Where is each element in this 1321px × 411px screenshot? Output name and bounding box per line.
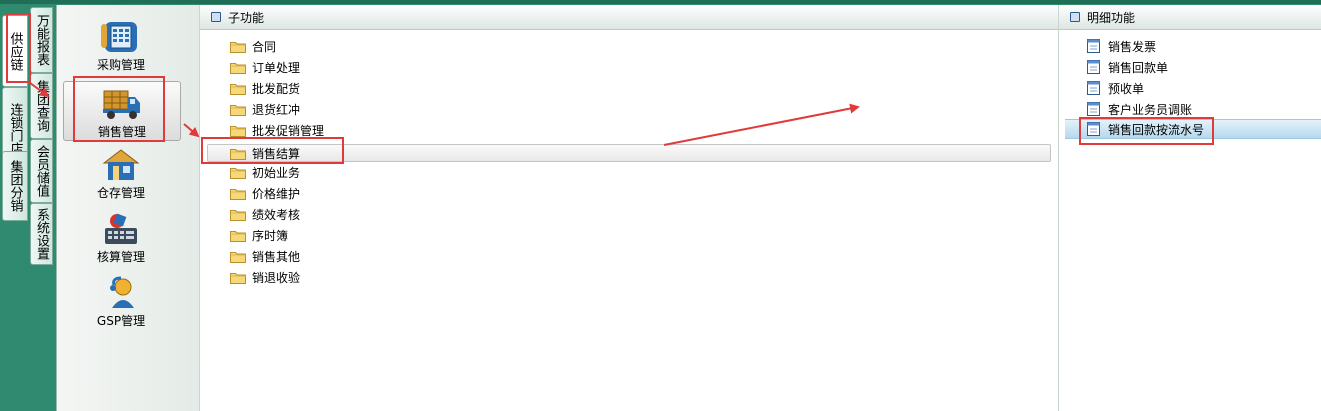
warehouse-house-icon [101, 148, 141, 182]
sub-function-label: 价格维护 [252, 186, 301, 201]
module-panel: 采购管理 销售管理 仓存管理 核算管理 GSP管理 [56, 5, 199, 411]
detail-function-label: 销售回款单 [1108, 60, 1169, 75]
document-icon [1087, 39, 1100, 53]
purchase-phone-icon [101, 20, 141, 54]
module-purchase[interactable]: 采购管理 [63, 15, 179, 73]
detail-panel-title: 明细功能 [1087, 10, 1136, 25]
folder-icon [230, 82, 246, 95]
detail-panel-header: 明细功能 [1059, 5, 1321, 30]
sub-function-item[interactable]: 销售其他 [230, 246, 300, 266]
detail-function-label: 客户业务员调账 [1108, 102, 1193, 117]
tab-system-settings[interactable]: 系统设置 [30, 203, 53, 265]
sub-function-item[interactable]: 批发促销管理 [230, 120, 324, 140]
module-label: GSP管理 [96, 314, 146, 328]
sub-function-label: 批发促销管理 [252, 123, 325, 138]
sub-function-label: 退货红冲 [252, 102, 301, 117]
document-icon [1087, 122, 1100, 136]
sub-function-item[interactable]: 序时簿 [230, 225, 288, 245]
detail-function-label: 预收单 [1108, 81, 1145, 96]
folder-icon [230, 208, 246, 221]
module-label: 采购管理 [96, 58, 145, 72]
sub-function-label: 销退收验 [252, 270, 301, 285]
detail-function-item[interactable]: 预收单 [1087, 78, 1144, 98]
sub-function-item[interactable]: 价格维护 [230, 183, 300, 203]
sub-function-item[interactable]: 销退收验 [230, 267, 300, 287]
module-warehouse[interactable]: 仓存管理 [63, 143, 179, 201]
folder-icon [230, 40, 246, 53]
tab-group-distribution[interactable]: 集团分销 [2, 151, 28, 221]
sub-function-item[interactable]: 绩效考核 [230, 204, 300, 224]
document-icon [1087, 81, 1100, 95]
sub-function-item[interactable]: 退货红冲 [230, 99, 300, 119]
sub-function-label: 订单处理 [252, 60, 301, 75]
sub-function-label: 绩效考核 [252, 207, 301, 222]
folder-icon [230, 147, 246, 160]
detail-function-label: 销售发票 [1108, 39, 1157, 54]
detail-function-panel: 明细功能 销售发票销售回款单预收单客户业务员调账 销售回款按流水号 [1058, 5, 1321, 411]
sub-function-item[interactable]: 订单处理 [230, 57, 300, 77]
module-label: 核算管理 [96, 250, 145, 264]
sales-truck-icon [102, 87, 142, 121]
accounting-machine-icon [101, 212, 141, 246]
tab-member-stored-value[interactable]: 会员储值 [30, 139, 53, 203]
folder-icon [230, 61, 246, 74]
sub-function-label: 初始业务 [252, 165, 301, 180]
document-icon [1087, 60, 1100, 74]
folder-icon [230, 124, 246, 137]
module-label: 仓存管理 [96, 186, 145, 200]
document-icon [1087, 102, 1100, 116]
sub-function-label: 销售结算 [252, 146, 301, 161]
header-bullet-icon [211, 12, 221, 22]
tab-supply-chain[interactable]: 供应链 [2, 15, 28, 87]
folder-icon [230, 250, 246, 263]
folder-icon [230, 166, 246, 179]
folder-icon [230, 103, 246, 116]
sub-function-label: 销售其他 [252, 249, 301, 264]
tab-group-query[interactable]: 集团查询 [30, 73, 53, 139]
sub-function-item[interactable]: 初始业务 [230, 162, 300, 182]
module-accounting[interactable]: 核算管理 [63, 207, 179, 265]
tab-universal-reports[interactable]: 万能报表 [30, 7, 53, 73]
gsp-person-icon [101, 276, 141, 310]
module-sales[interactable]: 销售管理 [63, 81, 181, 141]
folder-icon [230, 271, 246, 284]
sub-function-label: 序时簿 [252, 228, 289, 243]
sub-function-item[interactable]: 销售结算 [207, 144, 1051, 162]
sub-function-item[interactable]: 批发配货 [230, 78, 300, 98]
sub-function-label: 批发配货 [252, 81, 301, 96]
folder-icon [230, 187, 246, 200]
sub-function-item[interactable]: 合同 [230, 36, 276, 56]
sub-function-label: 合同 [252, 39, 277, 54]
folder-icon [230, 229, 246, 242]
top-bar [0, 0, 1321, 4]
detail-function-item[interactable]: 销售回款按流水号 [1065, 119, 1321, 139]
detail-function-item[interactable]: 销售回款单 [1087, 57, 1168, 77]
module-gsp[interactable]: GSP管理 [63, 271, 179, 329]
detail-function-item[interactable]: 客户业务员调账 [1087, 99, 1192, 119]
module-label: 销售管理 [97, 125, 146, 139]
header-bullet-icon [1070, 12, 1080, 22]
sub-panel-header: 子功能 [200, 5, 1058, 30]
detail-function-item[interactable]: 销售发票 [1087, 36, 1156, 56]
sub-function-panel: 子功能 合同订单处理批发配货退货红冲批发促销管理 销售结算初始业务价格维护绩效考核… [199, 5, 1058, 411]
sub-panel-title: 子功能 [228, 10, 265, 25]
detail-function-label: 销售回款按流水号 [1108, 122, 1205, 137]
